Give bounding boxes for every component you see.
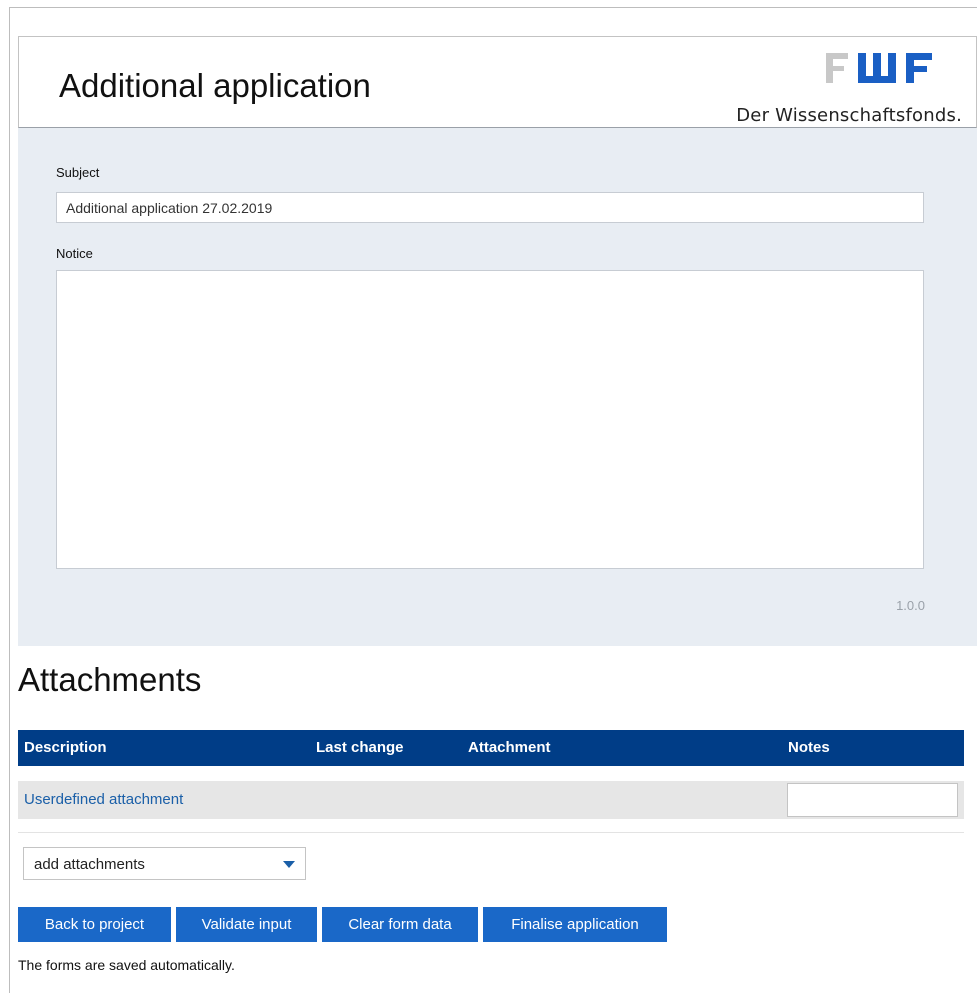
column-header-last-change: Last change (316, 739, 404, 756)
application-form: Subject Notice 1.0.0 (18, 128, 977, 646)
column-header-notes: Notes (788, 739, 830, 756)
page-title: Additional application (59, 67, 371, 104)
add-attachments-select[interactable]: add attachments (23, 847, 306, 880)
userdefined-attachment-link[interactable]: Userdefined attachment (24, 791, 183, 808)
add-attachments-select-value: add attachments (34, 856, 145, 873)
column-header-attachment: Attachment (468, 739, 551, 756)
logo-subtitle: Der Wissenschaftsfonds. (736, 105, 962, 126)
subject-label: Subject (56, 165, 100, 180)
version-label: 1.0.0 (896, 598, 925, 613)
validate-input-button[interactable]: Validate input (176, 907, 317, 942)
notice-textarea[interactable] (56, 270, 924, 569)
chevron-down-icon (283, 861, 295, 868)
column-header-description: Description (24, 739, 107, 756)
back-to-project-button[interactable]: Back to project (18, 907, 171, 942)
page-header: Additional application Der Wissenschafts… (18, 36, 977, 128)
finalise-application-button[interactable]: Finalise application (483, 907, 667, 942)
notice-label: Notice (56, 246, 93, 261)
notes-input[interactable] (787, 783, 958, 817)
table-row: Userdefined attachment (18, 781, 964, 819)
clear-form-data-button[interactable]: Clear form data (322, 907, 478, 942)
attachments-title: Attachments (18, 661, 202, 698)
fwf-logo: Der Wissenschaftsfonds. (676, 37, 976, 127)
divider (18, 832, 964, 833)
attachments-table-header: Description Last change Attachment Notes (18, 730, 964, 766)
subject-input[interactable] (56, 192, 924, 223)
fwf-logo-mark (826, 53, 932, 83)
autosave-note: The forms are saved automatically. (18, 957, 235, 973)
